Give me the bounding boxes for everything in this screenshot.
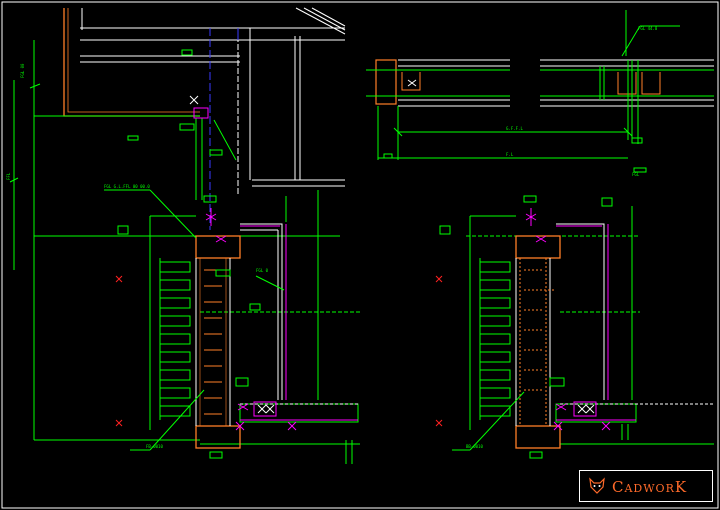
bottom-right-section: BB-0010 [435, 195, 714, 459]
svg-text:FGL G.L.FFL 00 00.0: FGL G.L.FFL 00 00.0 [104, 184, 150, 189]
svg-text:FGL 44.0: FGL 44.0 [638, 26, 658, 31]
svg-text:G.F.F.L: G.F.F.L [506, 126, 523, 131]
cadwork-logo: CadworK [579, 470, 713, 502]
drawing-border [1, 1, 719, 509]
cad-drawing: FGL 00 FFL G.F.F.L F.L FGL 44.0 FGL FGL … [1, 1, 719, 509]
svg-text:FB-0010: FB-0010 [146, 444, 163, 449]
svg-text:BB-0010: BB-0010 [466, 444, 483, 449]
fox-head-icon [589, 477, 605, 494]
svg-text:FFL: FFL [6, 172, 11, 180]
svg-text:FGL: FGL [632, 172, 640, 177]
logo-text: CadworK [612, 478, 688, 496]
svg-text:FGL 00: FGL 00 [20, 63, 25, 78]
bottom-left-section: FGL G.L.FFL 00 00.0 FB-0010 FGL 0 [34, 184, 360, 464]
top-left-detail: FGL 00 FFL [6, 7, 346, 441]
svg-text:F.L: F.L [506, 152, 514, 157]
svg-text:FGL 0: FGL 0 [256, 268, 269, 273]
top-right-detail: G.F.F.L F.L FGL 44.0 FGL [366, 10, 714, 177]
